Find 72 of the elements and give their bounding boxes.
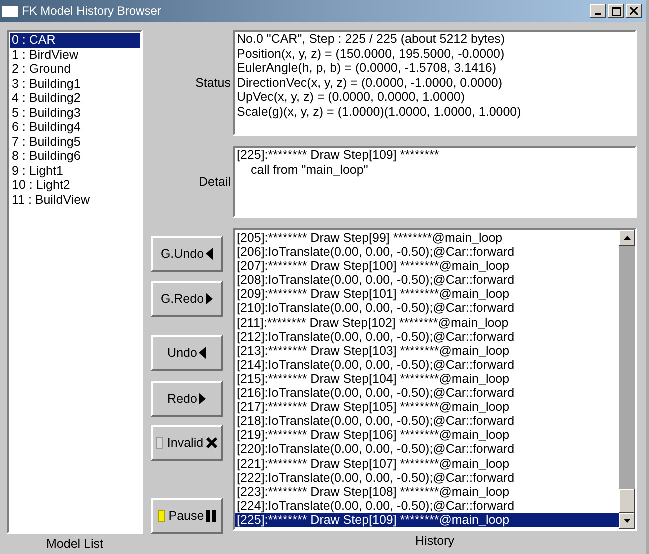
minimize-button[interactable] (590, 4, 606, 18)
command-button[interactable]: Redo (151, 381, 223, 417)
scrollbar[interactable] (619, 230, 635, 529)
status-label: Status (196, 76, 231, 90)
model-list-item[interactable]: 6 : Building4 (10, 120, 140, 134)
model-list-item[interactable]: 7 : Building5 (10, 134, 140, 149)
window-title: FK Model History Browser (22, 4, 162, 18)
status-line: Scale(g)(x, y, z) = (1.0000)(1.0000, 1.0000, 1.0000) (237, 104, 522, 119)
model-list-item[interactable]: 2 : Ground (10, 62, 140, 76)
status-text-area[interactable] (233, 30, 637, 136)
down-arrow-icon (624, 519, 630, 523)
history-item[interactable]: [217]:******** Draw Step[105] ********@main_loop (235, 400, 619, 414)
toggle-button[interactable]: Pause (151, 498, 223, 534)
model-list-item[interactable]: 8 : Building6 (10, 149, 140, 164)
model-list-item[interactable]: 4 : Building2 (10, 91, 140, 106)
model-list-item[interactable]: 10 : Light2 (10, 178, 140, 192)
cross-icon (206, 437, 218, 449)
model-list-item[interactable]: 1 : BirdView (10, 48, 140, 62)
history-item[interactable]: [215]:******** Draw Step[104] ********@main_loop (235, 372, 619, 386)
command-button[interactable]: G.Undo (151, 236, 223, 272)
detail-line: call from "main_loop" (250, 162, 370, 177)
model-list-item[interactable]: 9 : Light1 (10, 164, 140, 178)
detail-line: [225]:******** Draw Step[109] ******** (237, 148, 440, 162)
up-arrow-icon (624, 236, 630, 240)
status-line: UpVec(x, y, z) = (0.0000, 0.0000, 1.0000) (237, 90, 466, 104)
history-item[interactable]: [211]:******** Draw Step[102] ********@main_loop (235, 316, 619, 330)
scroll-down-button[interactable] (619, 513, 635, 529)
history-item[interactable]: [222]:IoTranslate(0.00, 0.00, -0.50);@Car::forward (235, 470, 619, 485)
history-item[interactable]: [209]:******** Draw Step[101] ********@main_loop (235, 287, 619, 302)
app-icon (2, 6, 18, 16)
history-item[interactable]: [216]:IoTranslate(0.00, 0.00, -0.50);@Car::forward (235, 386, 619, 400)
pause-icon (206, 510, 216, 522)
history-item[interactable]: [214]:IoTranslate(0.00, 0.00, -0.50);@Car::forward (235, 358, 619, 372)
history-item[interactable]: [206]:IoTranslate(0.00, 0.00, -0.50);@Car::forward (235, 245, 619, 260)
detail-label: Detail (199, 175, 231, 189)
close-icon (630, 7, 638, 15)
status-line: DirectionVec(x, y, z) = (0.0000, -1.0000, 0.0000) (237, 76, 504, 90)
history-item[interactable]: [212]:IoTranslate(0.00, 0.00, -0.50);@Car::forward (235, 330, 619, 344)
history-item[interactable]: [210]:IoTranslate(0.00, 0.00, -0.50);@Car::forward (235, 301, 619, 316)
status-line: Position(x, y, z) = (150.0000, 195.5000, -0.0000) (237, 46, 506, 61)
maximize-button[interactable] (608, 4, 624, 18)
model-list-label: Model List (46, 536, 104, 553)
model-list-item[interactable]: 0 : CAR (10, 33, 140, 48)
status-line: EulerAngle(h, p, b) = (0.0000, -1.5708, 3.1416) (237, 61, 498, 76)
left-triangle-icon (199, 347, 206, 359)
left-triangle-icon (206, 248, 214, 260)
right-triangle-icon (206, 293, 214, 305)
history-item[interactable]: [207]:******** Draw Step[100] ********@main_loop (235, 259, 619, 274)
command-button[interactable]: Undo (151, 335, 223, 371)
history-label: History (414, 533, 456, 550)
history-item[interactable]: [208]:IoTranslate(0.00, 0.00, -0.50);@Car::forward (235, 273, 619, 288)
scroll-up-button[interactable] (619, 230, 635, 246)
history-item[interactable]: [223]:******** Draw Step[108] ********@main_loop (235, 484, 619, 499)
model-list-item[interactable]: 3 : Building1 (10, 76, 140, 91)
scroll-thumb[interactable] (619, 489, 635, 513)
model-list-item[interactable]: 11 : BuildView (10, 192, 140, 207)
status-line: No.0 "CAR", Step : 225 / 225 (about 5212 bytes) (237, 32, 506, 46)
right-triangle-icon (199, 393, 206, 405)
history-item[interactable]: [224]:IoTranslate(0.00, 0.00, -0.50);@Car::forward (235, 498, 619, 513)
toggle-button[interactable]: Invalid (151, 425, 223, 461)
detail-text-area[interactable]: [225]:******** Draw Step[109] ******** call from "main_loop" (233, 146, 637, 218)
history-item[interactable]: [221]:******** Draw Step[107] ********@main_loop (235, 456, 619, 471)
history-item[interactable]: [205]:******** Draw Step[99] ********@main_loop (235, 231, 619, 246)
history-item[interactable]: [213]:******** Draw Step[103] ********@main_loop (235, 344, 619, 358)
history-item[interactable]: [219]:******** Draw Step[106] ********@main_loop (235, 428, 619, 442)
history-item[interactable]: [220]:IoTranslate(0.00, 0.00, -0.50);@Car::forward (235, 442, 619, 456)
history-item[interactable]: [218]:IoTranslate(0.00, 0.00, -0.50);@Car::forward (235, 414, 619, 428)
model-list-item[interactable]: 5 : Building3 (10, 106, 140, 120)
maximize-icon (612, 6, 620, 16)
close-button[interactable] (626, 4, 642, 18)
history-item[interactable]: [225]:******** Draw Step[109] ********@main_loop (235, 512, 619, 527)
command-button[interactable]: G.Redo (151, 281, 223, 317)
